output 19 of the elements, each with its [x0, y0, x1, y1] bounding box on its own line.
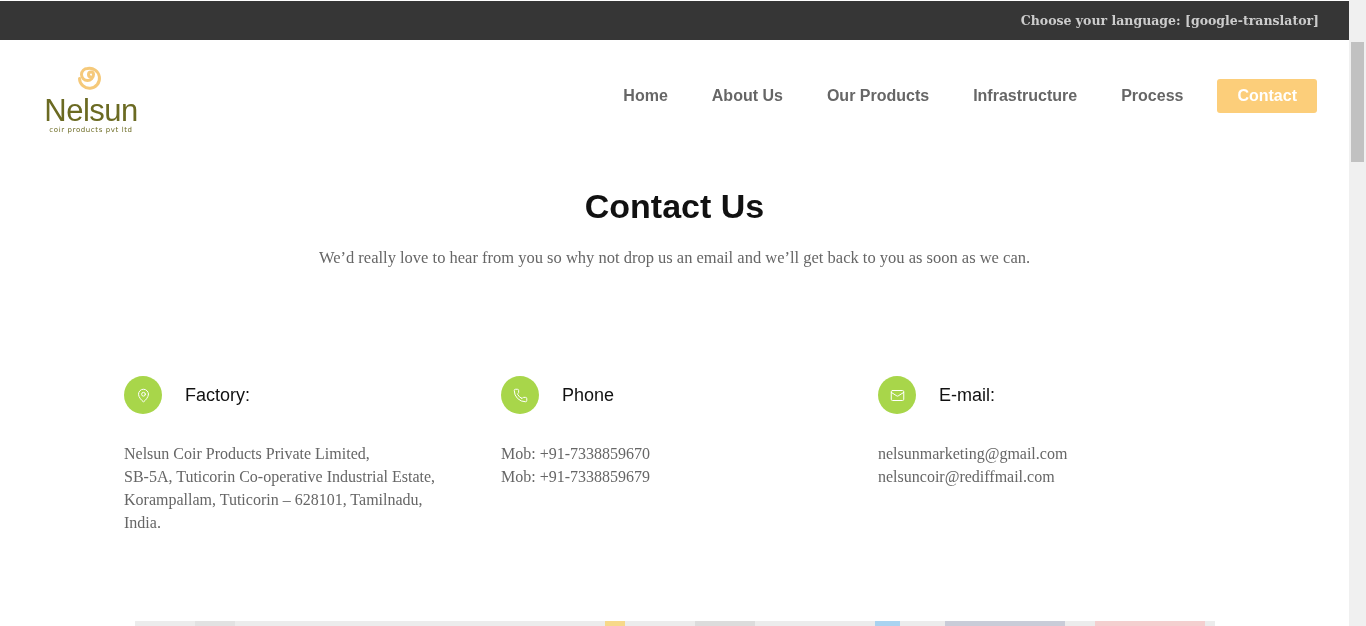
nav-link[interactable]: Infrastructure [963, 79, 1088, 113]
contact-details: Mob: +91-7338859670 Mob: +91-7338859679 [501, 444, 652, 487]
intro-text: We’d really love to hear from you so why not drop us an email and we’ll get back to you as soon as we can. [318, 248, 1031, 268]
contact-title: E-mail: [939, 384, 995, 406]
page-heading: Contact Us [584, 187, 765, 226]
nav-link[interactable]: About Us [701, 79, 793, 113]
scrollbar[interactable] [1349, 0, 1366, 626]
nav-link[interactable]: Home [613, 79, 678, 113]
nav-link[interactable]: Process [1111, 79, 1194, 113]
map-pin-icon [124, 376, 162, 414]
language-text: Choose your language: [google-translator] [1020, 13, 1319, 28]
contact-details: Nelsun Coir Products Private Limited, SB-5A, Tuticorin Co-operative Industrial Estate, Korampallam, Tuticorin – 628101, Tamilnadu, India. [124, 444, 437, 533]
logo-name: Nelsun [44, 94, 138, 126]
contact-title: Factory: [185, 384, 250, 406]
phone-icon [501, 376, 539, 414]
nav-link[interactable]: Our Products [816, 79, 940, 113]
mail-icon [878, 376, 916, 414]
contact-title: Phone [562, 384, 615, 406]
contact-details: nelsunmarketing@gmail.com nelsuncoir@rediffmail.com [878, 444, 1069, 488]
